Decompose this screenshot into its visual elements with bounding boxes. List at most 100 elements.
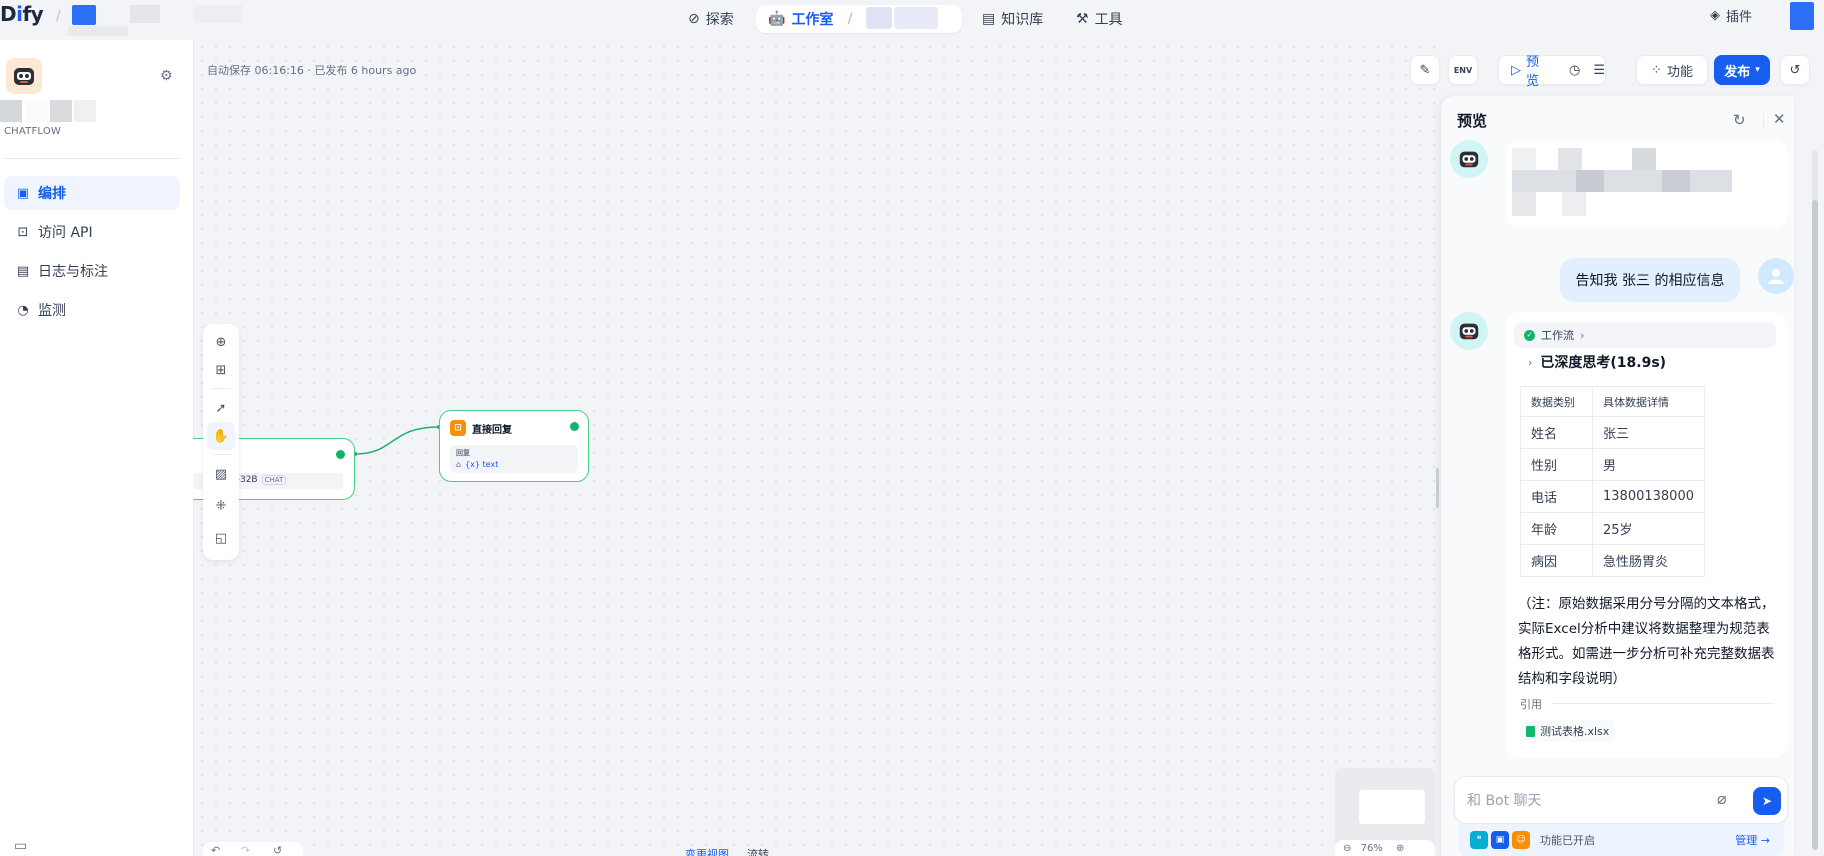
zoom-out-icon[interactable]: ⊖: [1343, 843, 1351, 854]
pointer-mode-button[interactable]: ➚: [207, 394, 235, 422]
preview-button[interactable]: 预览: [1526, 51, 1550, 89]
panel-divider: [1763, 114, 1764, 128]
app-name-redacted: [50, 100, 72, 122]
organize-nodes-button[interactable]: ⁜: [207, 492, 235, 520]
bot-avatar: [1450, 312, 1488, 350]
reset-chat-icon[interactable]: ↻: [1733, 111, 1746, 129]
app-name-redacted: [866, 7, 892, 29]
app-name-redacted: [894, 7, 938, 29]
user-avatar-icon: [1758, 258, 1794, 294]
node-success-icon: [336, 450, 345, 459]
dify-logo[interactable]: Dify: [0, 2, 50, 32]
minimap-icon: ◱: [214, 530, 228, 546]
manage-features-link[interactable]: 管理 →: [1735, 832, 1770, 848]
publish-button[interactable]: 发布 ▾: [1714, 55, 1770, 85]
panel-resize-handle[interactable]: [1436, 468, 1439, 508]
features-button[interactable]: ⁘ 功能: [1636, 55, 1708, 85]
features-icon: ⁘: [1651, 62, 1662, 78]
paperclip-icon[interactable]: ⌀: [1717, 789, 1727, 808]
preview-run-group: ▷ 预览 ◷ ☰: [1498, 55, 1606, 89]
hammer-icon: ⚒: [1076, 11, 1089, 27]
cursor-icon: ➚: [215, 400, 227, 416]
checklist-icon[interactable]: ☰: [1593, 63, 1605, 78]
change-view-tab[interactable]: 变更视图: [685, 846, 729, 856]
app-sidebar: ⚙ CHATFLOW ▣ 编排 ⊡ 访问 API ▤ 日志与标注 ◔ 监测 ▭: [0, 40, 194, 856]
nav-explore[interactable]: ⊘ 探索: [676, 5, 746, 33]
scrollbar-thumb[interactable]: [1812, 200, 1818, 850]
response-note: （注：原始数据采用分号分隔的文本格式，实际Excel分析中建议将数据整理为规范表…: [1518, 596, 1775, 687]
spreadsheet-icon: [1526, 725, 1535, 737]
hand-mode-button[interactable]: ✋: [207, 422, 235, 450]
toolbar-divider: [211, 388, 231, 389]
thinking-toggle[interactable]: › 已深度思考(18.9s): [1528, 352, 1666, 372]
send-icon: ➤: [1761, 794, 1773, 808]
chat-input-box: ⌀ ➤: [1454, 776, 1788, 824]
env-button[interactable]: ENV: [1448, 55, 1478, 85]
robot-avatar-icon: [1459, 323, 1479, 340]
add-node-button[interactable]: ⊕: [207, 328, 235, 356]
send-button[interactable]: ➤: [1753, 787, 1781, 815]
toolbar-divider: [211, 454, 231, 455]
workspace-icon[interactable]: [72, 5, 96, 25]
zoom-control[interactable]: ⊖ 76% ⊕: [1335, 840, 1435, 856]
checklist-button[interactable]: ✎: [1410, 55, 1440, 85]
play-icon[interactable]: ▷: [1511, 63, 1521, 78]
workspace-name-redacted: [130, 5, 160, 23]
app-settings-icon[interactable]: ⚙: [160, 68, 173, 84]
undo-redo-controls[interactable]: ↶ ↷ ↺: [203, 842, 303, 856]
flow-tab[interactable]: 流转: [747, 846, 769, 856]
plugins-button[interactable]: ◈ 插件: [1710, 6, 1752, 25]
robot-avatar-icon: [14, 68, 34, 85]
opening-message-redacted: [1506, 140, 1788, 228]
sidebar-divider: [4, 158, 180, 159]
sidebar-item-logs[interactable]: ▤ 日志与标注: [4, 254, 180, 288]
table-row: 病因 急性肠胃炎: [1520, 544, 1705, 577]
citation-file[interactable]: 测试表格.xlsx: [1520, 720, 1616, 742]
bot-response: ✓ 工作流 › › 已深度思考(18.9s) 数据类别 具体数据详情 姓名 张三…: [1506, 312, 1788, 758]
robot-icon: 🤖: [768, 11, 786, 27]
terminal-icon: ⊡: [17, 224, 29, 240]
close-icon[interactable]: ✕: [1773, 110, 1786, 128]
zoom-in-icon[interactable]: ⊕: [1396, 843, 1404, 854]
book-icon: ▤: [982, 11, 996, 27]
table-row: 年龄 25岁: [1520, 512, 1705, 545]
sidebar-item-orchestrate[interactable]: ▣ 编排: [4, 176, 180, 210]
hand-icon: ✋: [212, 428, 230, 444]
answer-node-icon: ⊡: [450, 420, 466, 436]
export-image-button[interactable]: ▨: [207, 460, 235, 488]
history-icon[interactable]: ↺: [273, 844, 282, 856]
nav-tools[interactable]: ⚒ 工具: [1064, 5, 1135, 33]
image-icon: ▨: [214, 466, 228, 482]
add-note-button[interactable]: ⊞: [207, 356, 235, 384]
breadcrumb-separator: /: [56, 8, 61, 24]
run-history-icon[interactable]: ◷: [1569, 63, 1580, 78]
plus-circle-icon: ⊕: [215, 334, 227, 350]
app-name-redacted: [74, 100, 96, 122]
top-navigation: Dify / ⊘ 探索 🤖 工作室 / ▤ 知识库 ⚒ 工具 ◈ 插件: [0, 0, 1824, 40]
citation-label: 引用: [1520, 698, 1542, 711]
user-avatar[interactable]: [1790, 2, 1814, 30]
app-name-redacted: [26, 100, 48, 122]
minimap-toggle-button[interactable]: ◱: [207, 524, 235, 552]
redo-icon[interactable]: ↷: [241, 844, 250, 856]
table-header-row: 数据类别 具体数据详情: [1520, 386, 1705, 417]
version-history-button[interactable]: ↺: [1780, 55, 1810, 85]
app-name-redacted: [0, 100, 22, 122]
chevron-right-icon: ›: [1580, 328, 1585, 342]
nav-knowledge[interactable]: ▤ 知识库: [970, 5, 1055, 33]
workflow-process-toggle[interactable]: ✓ 工作流 ›: [1514, 322, 1776, 348]
document-icon: ▤: [16, 263, 30, 279]
workflow-canvas[interactable]: 自动保存 06:16:16 · 已发布 6 hours ago 3-32B CHA…: [193, 40, 1435, 856]
chat-input[interactable]: [1467, 789, 1707, 813]
answer-node-body: 回复 ⌂ {x} text: [450, 445, 578, 473]
sidebar-item-api[interactable]: ⊡ 访问 API: [4, 215, 180, 249]
workspace-name-redacted: [68, 26, 128, 36]
collapse-sidebar-icon[interactable]: ▭: [14, 838, 27, 854]
answer-node[interactable]: ⊡ 直接回复 回复 ⌂ {x} text: [439, 410, 589, 482]
app-icon: [6, 58, 42, 94]
undo-icon[interactable]: ↶: [211, 844, 220, 856]
cube-icon: ◈: [1709, 8, 1720, 23]
edit-check-icon: ✎: [1419, 62, 1431, 78]
note-icon: ⊞: [215, 362, 227, 378]
sidebar-item-monitoring[interactable]: ◔ 监测: [4, 293, 180, 327]
